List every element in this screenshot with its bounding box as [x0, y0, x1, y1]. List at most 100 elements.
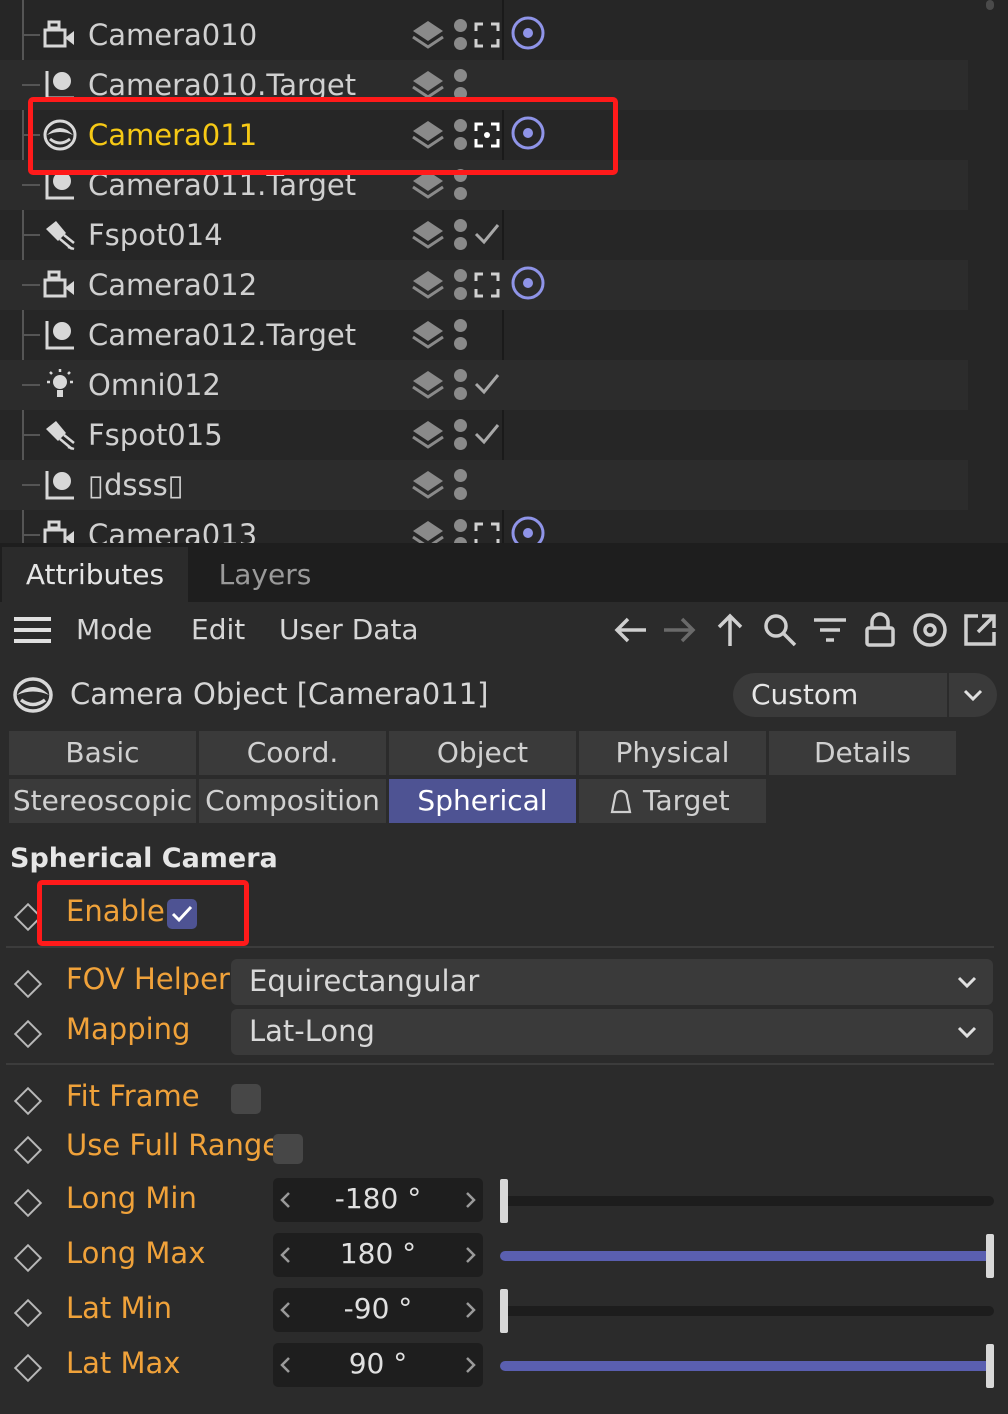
slider-handle[interactable]: [986, 1344, 994, 1388]
tab-composition[interactable]: Composition: [199, 779, 386, 823]
object-row[interactable]: Camera010: [0, 10, 968, 60]
keyframe-diamond-icon[interactable]: [13, 969, 43, 999]
object-name[interactable]: Omni012: [88, 367, 221, 403]
tab-stereoscopic[interactable]: Stereoscopic: [9, 779, 196, 823]
object-name[interactable]: Fspot015: [88, 417, 223, 453]
tab-object[interactable]: Object: [389, 731, 576, 775]
keyframe-diamond-icon[interactable]: [13, 1019, 43, 1049]
object-name[interactable]: ▯dsss▯: [88, 467, 184, 503]
tab-layers[interactable]: Layers: [190, 547, 340, 602]
long-max-value[interactable]: 180 °: [273, 1233, 483, 1275]
fov-helper-dropdown[interactable]: Equirectangular: [231, 959, 993, 1005]
long-min-value[interactable]: -180 °: [273, 1178, 483, 1220]
use-full-range-checkbox[interactable]: [273, 1134, 303, 1164]
lat-max-label: Lat Max: [66, 1346, 181, 1380]
arrow-right-icon[interactable]: [662, 612, 698, 648]
frame-icon[interactable]: [474, 272, 500, 298]
visibility-dots[interactable]: [454, 17, 468, 53]
tab-physical[interactable]: Physical: [579, 731, 766, 775]
long-max-slider[interactable]: [500, 1234, 994, 1278]
lat-max-number-field[interactable]: 90 °: [273, 1343, 483, 1387]
layer-icon[interactable]: [410, 317, 446, 353]
layer-icon[interactable]: [410, 267, 446, 303]
checkmark-icon[interactable]: [474, 221, 500, 247]
checkmark-icon[interactable]: [474, 421, 500, 447]
keyframe-diamond-icon[interactable]: [13, 1188, 43, 1218]
object-row[interactable]: Fspot014: [0, 210, 968, 260]
lat-min-value[interactable]: -90 °: [273, 1288, 483, 1330]
menu-edit[interactable]: Edit: [191, 602, 245, 657]
layer-icon[interactable]: [410, 417, 446, 453]
frame-icon[interactable]: [474, 22, 500, 48]
arrow-up-icon[interactable]: [712, 612, 748, 648]
layer-icon[interactable]: [410, 367, 446, 403]
tab-spherical[interactable]: Spherical: [389, 779, 576, 823]
visibility-dots[interactable]: [454, 317, 468, 353]
chevron-right-icon[interactable]: [465, 1301, 477, 1319]
layer-icon[interactable]: [410, 517, 446, 543]
visibility-dots[interactable]: [454, 367, 468, 403]
object-name[interactable]: Camera012.Target: [88, 317, 356, 353]
layer-icon[interactable]: [410, 217, 446, 253]
chevron-right-icon[interactable]: [465, 1246, 477, 1264]
target-tag-icon[interactable]: [510, 265, 546, 301]
search-icon[interactable]: [762, 612, 798, 648]
target-tag-icon[interactable]: [510, 515, 546, 543]
keyframe-diamond-icon[interactable]: [13, 1086, 43, 1116]
visibility-dots[interactable]: [454, 467, 468, 503]
frame-icon[interactable]: [474, 522, 500, 543]
checkmark-icon[interactable]: [474, 371, 500, 397]
layer-icon[interactable]: [410, 17, 446, 53]
visibility-dots[interactable]: [454, 517, 468, 543]
menu-user-data[interactable]: User Data: [279, 602, 419, 657]
slider-handle[interactable]: [986, 1234, 994, 1278]
slider-handle[interactable]: [500, 1289, 508, 1333]
visibility-dots[interactable]: [454, 217, 468, 253]
new-window-icon[interactable]: [962, 612, 998, 648]
object-name[interactable]: Camera013: [88, 517, 257, 543]
object-row[interactable]: Omni012: [0, 360, 968, 410]
tab-target[interactable]: Target: [579, 779, 766, 823]
lat-min-number-field[interactable]: -90 °: [273, 1288, 483, 1332]
keyframe-diamond-icon[interactable]: [13, 1298, 43, 1328]
preset-dropdown[interactable]: Custom: [733, 673, 947, 717]
fit-frame-checkbox[interactable]: [231, 1084, 261, 1114]
chevron-right-icon[interactable]: [465, 1356, 477, 1374]
long-max-number-field[interactable]: 180 °: [273, 1233, 483, 1277]
preset-dropdown-button[interactable]: [949, 673, 997, 717]
lock-icon[interactable]: [862, 612, 898, 648]
tab-coord[interactable]: Coord.: [199, 731, 386, 775]
keyframe-diamond-icon[interactable]: [13, 1135, 43, 1165]
target-tag-icon[interactable]: [510, 15, 546, 51]
object-row[interactable]: Camera012.Target: [0, 310, 968, 360]
long-min-slider[interactable]: [500, 1179, 994, 1223]
lat-max-value[interactable]: 90 °: [273, 1343, 483, 1385]
scrollbar[interactable]: [986, 0, 994, 10]
visibility-dots[interactable]: [454, 417, 468, 453]
tab-details[interactable]: Details: [769, 731, 956, 775]
tab-basic[interactable]: Basic: [9, 731, 196, 775]
object-name[interactable]: Camera012: [88, 267, 257, 303]
mapping-dropdown[interactable]: Lat-Long: [231, 1009, 993, 1055]
layer-icon[interactable]: [410, 467, 446, 503]
object-row[interactable]: Fspot015: [0, 410, 968, 460]
object-name[interactable]: Fspot014: [88, 217, 223, 253]
visibility-dots[interactable]: [454, 267, 468, 303]
target-circle-icon[interactable]: [912, 612, 948, 648]
object-row[interactable]: Camera013: [0, 510, 968, 543]
chevron-right-icon[interactable]: [465, 1191, 477, 1209]
keyframe-diamond-icon[interactable]: [13, 1243, 43, 1273]
keyframe-diamond-icon[interactable]: [13, 1353, 43, 1383]
lat-max-slider[interactable]: [500, 1344, 994, 1388]
filter-icon[interactable]: [812, 612, 848, 648]
menu-mode[interactable]: Mode: [76, 602, 152, 657]
tab-attributes[interactable]: Attributes: [2, 547, 188, 602]
arrow-left-icon[interactable]: [612, 612, 648, 648]
long-min-number-field[interactable]: -180 °: [273, 1178, 483, 1222]
slider-handle[interactable]: [500, 1179, 508, 1223]
object-name[interactable]: Camera010: [88, 17, 257, 53]
hamburger-icon[interactable]: [14, 614, 52, 646]
object-row[interactable]: Camera012: [0, 260, 968, 310]
lat-min-slider[interactable]: [500, 1289, 994, 1333]
object-row[interactable]: ▯dsss▯: [0, 460, 968, 510]
